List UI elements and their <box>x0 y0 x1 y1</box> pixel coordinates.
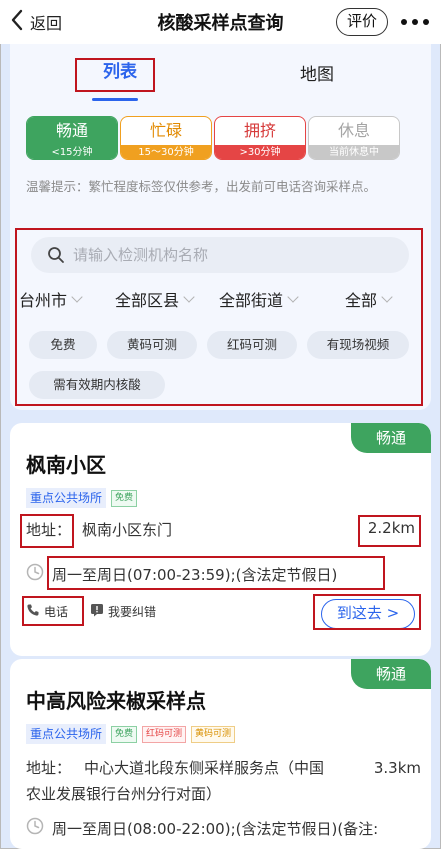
card-actions: 电话 我要纠错 <box>26 603 156 620</box>
street-dropdown[interactable]: 全部街道 <box>219 284 299 314</box>
report-error-button[interactable]: 我要纠错 <box>90 603 156 620</box>
address-value: 中心大道北段东侧采样服务点（中国 <box>84 755 359 781</box>
county-value: 全部区县 <box>115 291 180 310</box>
opening-hours: 周一至周日(08:00-22:00);(含法定节假日)(备注: <box>26 817 378 839</box>
site-type-tag: 重点公共场所 <box>26 724 107 744</box>
hours-text: 周一至周日(08:00-22:00);(含法定节假日)(备注: <box>52 819 379 838</box>
filter-chip-valid-test[interactable]: 需有效期内核酸 <box>29 371 165 399</box>
distance: 3.3km <box>373 759 421 777</box>
search-icon <box>47 246 65 268</box>
clock-icon <box>26 817 44 839</box>
address-label: 地址： <box>26 759 72 777</box>
view-tabs: 列表 地图 <box>10 44 431 104</box>
phone-label: 电话 <box>44 605 69 619</box>
chevron-down-icon <box>71 291 83 303</box>
rate-button[interactable]: 评价 <box>336 8 388 36</box>
report-label: 我要纠错 <box>108 605 157 619</box>
legend-label: 拥挤 <box>243 121 276 140</box>
filter-chip-live-video[interactable]: 有现场视频 <box>307 331 409 359</box>
city-dropdown[interactable]: 台州市 <box>19 284 83 314</box>
address-line: 农业发展银行台州分行对面） <box>26 785 222 803</box>
notice-text: 温馨提示：繁忙程度标签仅供参考，出发前可电话咨询采样点。 <box>26 179 377 194</box>
legend-range: 当前休息中 <box>309 145 399 159</box>
free-tag: 免费 <box>111 489 138 507</box>
legend-range: >30分钟 <box>215 145 305 159</box>
site-name: 中高风险来椒采样点 <box>26 689 206 713</box>
address-value: 枫南小区东门 <box>82 521 173 539</box>
category-dropdown[interactable]: 全部 <box>345 284 393 314</box>
legend-range: 15～30分钟 <box>121 145 211 159</box>
legend-crowded: 拥挤 >30分钟 <box>214 116 306 160</box>
legend-range: <15分钟 <box>27 145 117 159</box>
site-tags: 重点公共场所 免费 <box>26 488 138 508</box>
chevron-down-icon <box>381 291 393 303</box>
legend-resting: 休息 当前休息中 <box>308 116 400 160</box>
top-nav-bar: 返回 核酸采样点查询 评价 <box>0 0 441 44</box>
filter-chip-yellow-code[interactable]: 黄码可测 <box>107 331 197 359</box>
legend-busy: 忙碌 15～30分钟 <box>120 116 212 160</box>
legend-label: 畅通 <box>27 117 117 145</box>
filter-panel: 列表 地图 畅通 <15分钟 忙碌 15～30分钟 拥挤 >30分钟 休息 当前… <box>10 44 431 410</box>
status-badge: 畅通 <box>351 423 431 453</box>
yellow-code-tag: 黄码可测 <box>191 725 236 743</box>
red-code-tag: 红码可测 <box>142 725 187 743</box>
alert-icon <box>90 603 104 620</box>
more-icon[interactable] <box>401 19 429 25</box>
site-card[interactable]: 畅通 中高风险来椒采样点 重点公共场所 免费 红码可测 黄码可测 地址： 中心大… <box>10 659 431 849</box>
site-card[interactable]: 畅通 枫南小区 重点公共场所 免费 地址： 枫南小区东门 2.2km 周一至周日… <box>10 423 431 656</box>
search-input[interactable] <box>73 237 393 273</box>
status-badge: 畅通 <box>351 659 431 689</box>
chevron-down-icon <box>183 291 195 303</box>
chevron-down-icon <box>287 291 299 303</box>
tab-map[interactable]: 地图 <box>300 60 334 85</box>
search-bar <box>31 237 409 273</box>
legend-unobstructed: 畅通 <15分钟 <box>26 116 118 160</box>
clock-icon <box>26 563 44 585</box>
site-type-tag: 重点公共场所 <box>26 488 107 508</box>
county-dropdown[interactable]: 全部区县 <box>115 284 195 314</box>
address-label: 地址： <box>26 521 72 539</box>
opening-hours: 周一至周日(07:00-23:59);(含法定节假日) <box>26 563 337 585</box>
legend-label: 休息 <box>337 121 370 140</box>
hours-text: 周一至周日(07:00-23:59);(含法定节假日) <box>52 565 338 584</box>
navigate-button[interactable]: 到这去 > <box>321 599 415 629</box>
site-tags: 重点公共场所 免费 红码可测 黄码可测 <box>26 724 236 744</box>
phone-icon <box>26 603 40 620</box>
address-line: 中心大道北段东侧采样服务点（中国 <box>84 759 325 777</box>
phone-button[interactable]: 电话 <box>26 603 68 620</box>
site-name: 枫南小区 <box>26 453 106 477</box>
city-value: 台州市 <box>19 291 68 310</box>
distance: 2.2km <box>367 519 415 537</box>
tab-list[interactable]: 列表 <box>75 58 165 90</box>
active-tab-indicator <box>92 98 138 101</box>
filter-chip-red-code[interactable]: 红码可测 <box>207 331 297 359</box>
street-value: 全部街道 <box>219 291 284 310</box>
category-value: 全部 <box>345 291 378 310</box>
free-tag: 免费 <box>111 725 138 743</box>
search-filter-section: 台州市 全部区县 全部街道 全部 免费 黄码可测 红码可测 有现场视频 需有效期… <box>19 230 421 405</box>
filter-chip-free[interactable]: 免费 <box>29 331 97 359</box>
legend-label: 忙碌 <box>149 121 182 140</box>
